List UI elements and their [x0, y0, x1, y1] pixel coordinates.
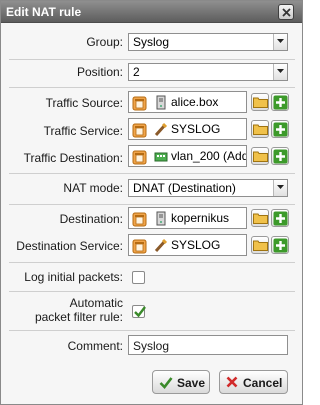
log-initial-label: Log initial packets: [24, 270, 123, 284]
nat-mode-value: DNAT (Destination) [133, 181, 236, 195]
separator [9, 204, 295, 205]
host-icon [156, 95, 166, 110]
traffic-source-field[interactable]: alice.box [128, 91, 247, 113]
group-label: Group: [86, 35, 123, 49]
folder-icon [253, 151, 268, 162]
checkmark-icon [134, 306, 146, 318]
traffic-service-add-button[interactable] [271, 120, 289, 138]
dropdown-arrow [273, 34, 287, 50]
destination-service-browse-button[interactable] [251, 236, 269, 254]
traffic-service-value: SYSLOG [171, 122, 221, 136]
group-select[interactable]: Syslog [128, 33, 288, 51]
dropdown-arrow [273, 64, 287, 80]
remove-object-icon[interactable] [132, 238, 147, 254]
dialog-title: Edit NAT rule [6, 5, 82, 19]
save-button[interactable]: Save [152, 370, 210, 394]
network-icon [154, 152, 168, 162]
title-bar: Edit NAT rule [1, 1, 302, 23]
traffic-destination-field[interactable]: vlan_200 (Add [128, 145, 247, 167]
folder-icon [253, 97, 268, 108]
traffic-destination-browse-button[interactable] [251, 147, 269, 165]
position-select[interactable]: 2 [128, 63, 288, 81]
chevron-down-icon [277, 39, 284, 43]
position-label: Position: [76, 65, 123, 79]
dropdown-arrow [273, 180, 287, 196]
destination-label: Destination: [59, 212, 123, 226]
remove-object-icon[interactable] [132, 122, 147, 138]
destination-service-label: Destination Service: [16, 239, 123, 253]
edit-nat-rule-dialog: Edit NAT rule Group: Syslog Position: 2 … [0, 0, 303, 405]
auto-filter-label-line2: packet filter rule: [34, 310, 123, 324]
destination-service-field[interactable]: SYSLOG [128, 234, 247, 256]
save-label: Save [177, 376, 206, 390]
destination-field[interactable]: kopernikus [128, 207, 247, 229]
group-value: Syslog [133, 35, 170, 49]
remove-object-icon[interactable] [132, 95, 147, 111]
nat-mode-select[interactable]: DNAT (Destination) [128, 179, 288, 197]
traffic-destination-add-button[interactable] [271, 147, 289, 165]
traffic-source-add-button[interactable] [271, 93, 289, 111]
remove-object-icon[interactable] [132, 211, 147, 227]
close-icon [282, 8, 291, 17]
destination-add-button[interactable] [271, 209, 289, 227]
traffic-destination-value: vlan_200 (Add [171, 149, 247, 163]
comment-value: Syslog [133, 339, 170, 353]
chevron-down-icon [277, 69, 284, 73]
auto-filter-label-line1: Automatic [69, 296, 123, 310]
plus-icon [273, 149, 288, 164]
traffic-service-field[interactable]: SYSLOG [128, 118, 247, 140]
auto-filter-checkbox[interactable] [132, 305, 146, 318]
comment-input[interactable]: Syslog [128, 335, 288, 355]
traffic-source-label: Traffic Source: [45, 96, 123, 110]
separator [9, 59, 295, 60]
cancel-button[interactable]: Cancel [219, 370, 288, 394]
plus-icon [273, 238, 288, 253]
host-icon [156, 211, 166, 226]
log-initial-checkbox[interactable] [132, 271, 145, 284]
folder-icon [253, 213, 268, 224]
comment-label: Comment: [67, 339, 123, 353]
destination-browse-button[interactable] [251, 209, 269, 227]
plus-icon [273, 211, 288, 226]
chevron-down-icon [277, 185, 284, 189]
separator [9, 262, 295, 263]
destination-service-add-button[interactable] [271, 236, 289, 254]
service-icon [154, 238, 168, 253]
traffic-source-value: alice.box [171, 95, 219, 109]
traffic-service-label: Traffic Service: [43, 124, 123, 138]
folder-icon [253, 240, 268, 251]
plus-icon [273, 122, 288, 137]
x-icon [226, 376, 238, 388]
service-icon [154, 122, 168, 137]
traffic-destination-label: Traffic Destination: [23, 151, 123, 165]
traffic-source-browse-button[interactable] [251, 93, 269, 111]
position-value: 2 [133, 65, 140, 79]
close-button[interactable] [278, 4, 294, 20]
nat-mode-label: NAT mode: [63, 181, 123, 195]
separator [9, 87, 295, 88]
plus-icon [273, 95, 288, 110]
destination-service-value: SYSLOG [171, 238, 221, 252]
cancel-label: Cancel [243, 376, 283, 390]
traffic-service-browse-button[interactable] [251, 120, 269, 138]
separator [9, 173, 295, 174]
remove-object-icon[interactable] [132, 149, 147, 165]
separator [9, 291, 295, 292]
checkmark-icon [159, 377, 173, 389]
destination-value: kopernikus [171, 211, 230, 225]
folder-icon [253, 124, 268, 135]
separator [9, 330, 295, 331]
dialog-content: Group: Syslog Position: 2 Traffic Source… [1, 24, 302, 404]
